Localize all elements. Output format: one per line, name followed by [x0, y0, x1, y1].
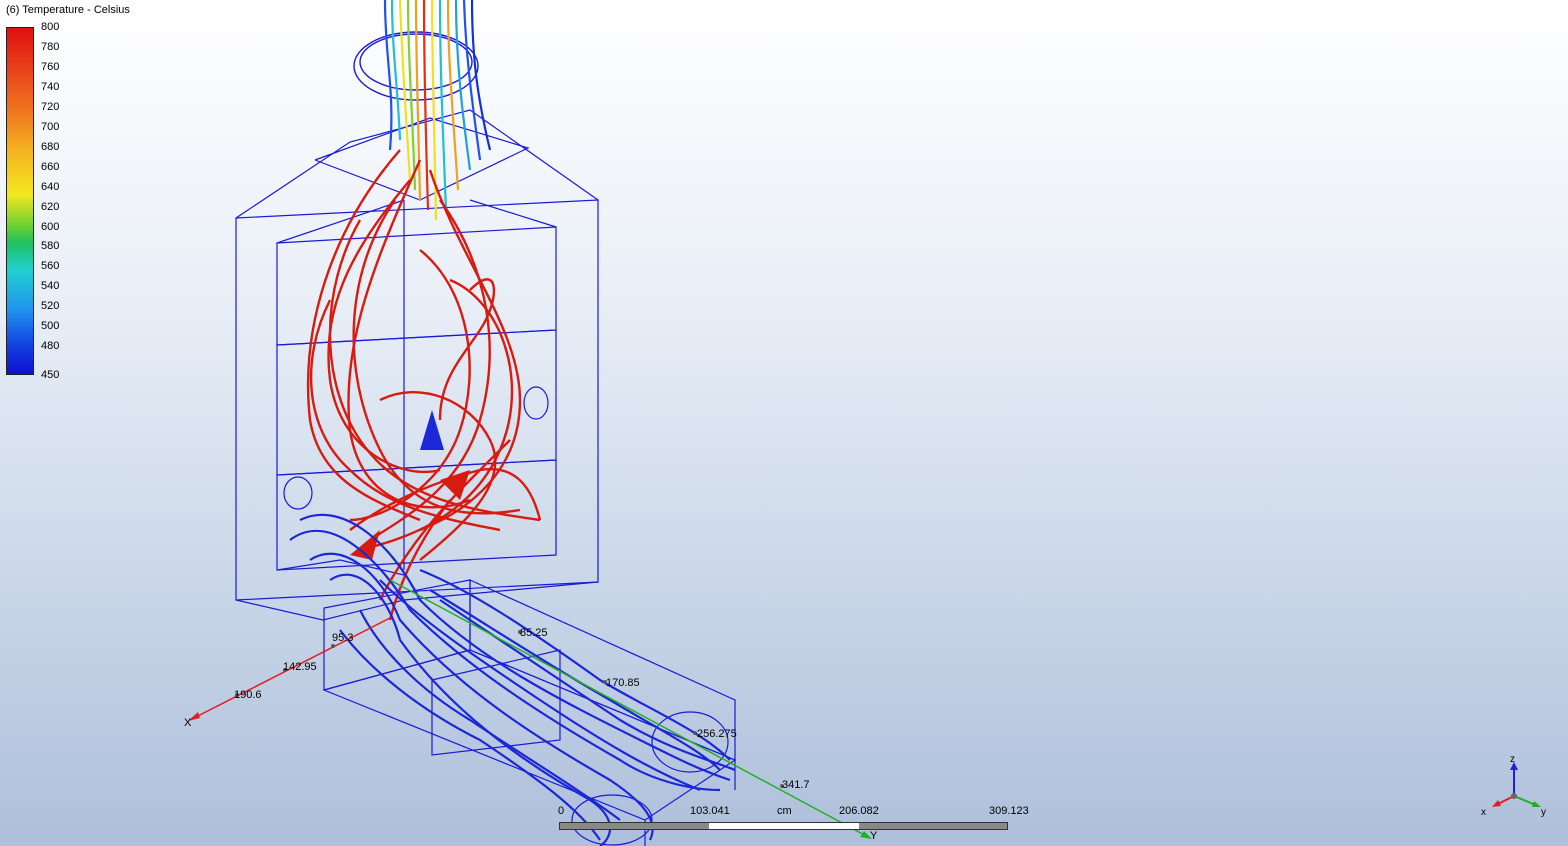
x-axis: X 95.3 142.95 190.6	[184, 617, 391, 729]
scale-tick: 0	[558, 805, 565, 817]
triad-y-label: y	[1541, 807, 1546, 818]
legend-title: (6) Temperature - Celsius	[6, 4, 130, 16]
y-axis-tick: 85.25	[520, 627, 548, 639]
legend-tick-label: 500	[41, 320, 60, 333]
y-axis-name: Y	[870, 830, 878, 842]
legend-color-bar	[6, 27, 34, 375]
legend-tick-label: 480	[41, 340, 60, 353]
y-axis-tick: 341.7	[782, 779, 810, 791]
scale-tick: 206.082	[839, 805, 879, 817]
legend-tick-label: 450	[41, 369, 60, 381]
legend-tick-label: 600	[41, 220, 60, 233]
legend-tick-label: 580	[41, 240, 60, 253]
inlet-streamlines	[383, 0, 492, 221]
y-axis-tick: 170.85	[606, 677, 640, 689]
scale-bar-segment	[709, 822, 859, 830]
y-axis-tick: 256.275	[697, 728, 737, 740]
triad-x-label: x	[1481, 807, 1486, 818]
legend-tick-label: 780	[41, 40, 60, 53]
triad-z-label: z	[1510, 754, 1515, 765]
x-axis-tick: 142.95	[283, 661, 317, 673]
scale-tick: 309.123	[989, 805, 1029, 817]
legend-tick-label: 700	[41, 120, 60, 133]
orientation-triad[interactable]: z x y	[1481, 754, 1546, 818]
legend-tick-label: 680	[41, 140, 60, 153]
legend-tick-label: 540	[41, 280, 60, 293]
legend-tick-label: 740	[41, 80, 60, 93]
legend-tick-label: 520	[41, 300, 60, 313]
legend-tick-label: 720	[41, 100, 60, 113]
chamber-wireframe	[235, 109, 599, 621]
x-axis-name: X	[184, 717, 192, 729]
simulation-viewport[interactable]: X 95.3 142.95 190.6 Y 85.25 170.85 256.2…	[0, 0, 1568, 846]
scale-tick: 103.041	[690, 805, 730, 817]
legend-tick-label: 760	[41, 60, 60, 73]
legend-tick-label: 560	[41, 260, 60, 273]
legend-tick-label: 660	[41, 160, 60, 173]
legend-tick-label: 800	[41, 21, 60, 33]
legend-tick-label: 640	[41, 180, 60, 193]
scale-unit: cm	[777, 805, 792, 817]
x-axis-tick: 190.6	[234, 689, 262, 701]
x-axis-tick: 95.3	[332, 632, 353, 644]
legend-tick-label: 620	[41, 200, 60, 213]
